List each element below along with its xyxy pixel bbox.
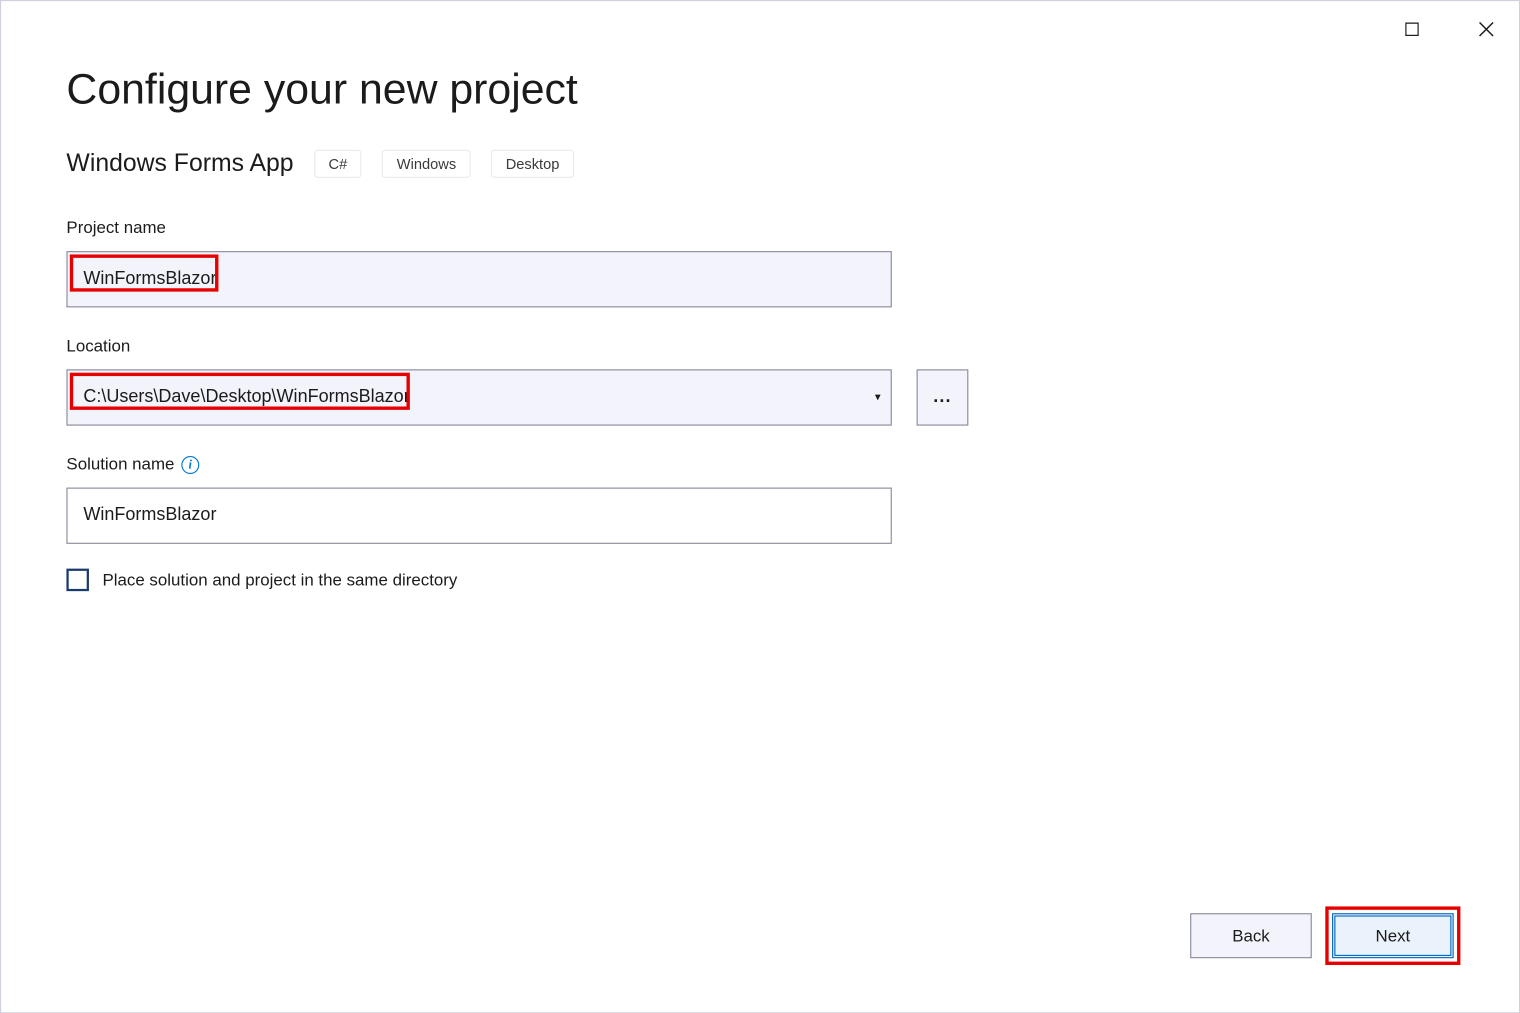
next-button[interactable]: Next bbox=[1332, 913, 1454, 958]
solution-name-input[interactable] bbox=[66, 488, 891, 544]
location-group: Location ▾ ... bbox=[66, 337, 1453, 426]
tag-language: C# bbox=[314, 149, 362, 177]
location-label: Location bbox=[66, 337, 1453, 356]
same-directory-label: Place solution and project in the same d… bbox=[102, 570, 457, 589]
same-directory-checkbox[interactable] bbox=[66, 569, 89, 592]
maximize-button[interactable] bbox=[1393, 12, 1431, 46]
project-name-group: Project name bbox=[66, 218, 1453, 307]
dialog-window: Configure your new project Windows Forms… bbox=[0, 0, 1520, 1013]
info-icon[interactable]: i bbox=[181, 455, 199, 473]
same-directory-row: Place solution and project in the same d… bbox=[66, 569, 1453, 592]
close-button[interactable] bbox=[1467, 12, 1505, 46]
solution-name-label: Solution name bbox=[66, 455, 174, 474]
back-button[interactable]: Back bbox=[1190, 913, 1312, 958]
footer-buttons: Back Next bbox=[1190, 913, 1453, 958]
project-name-label: Project name bbox=[66, 218, 1453, 237]
template-row: Windows Forms App C# Windows Desktop bbox=[66, 149, 1453, 178]
location-input[interactable] bbox=[66, 369, 891, 425]
template-name: Windows Forms App bbox=[66, 149, 293, 178]
page-title: Configure your new project bbox=[66, 66, 1453, 114]
titlebar-controls bbox=[1393, 12, 1506, 46]
solution-name-label-row: Solution name i bbox=[66, 455, 1453, 474]
browse-button[interactable]: ... bbox=[917, 369, 969, 425]
content-area: Configure your new project Windows Forms… bbox=[1, 1, 1519, 591]
project-name-input[interactable] bbox=[66, 251, 891, 307]
tag-type: Desktop bbox=[491, 149, 574, 177]
solution-name-group: Solution name i bbox=[66, 455, 1453, 544]
tag-platform: Windows bbox=[382, 149, 471, 177]
